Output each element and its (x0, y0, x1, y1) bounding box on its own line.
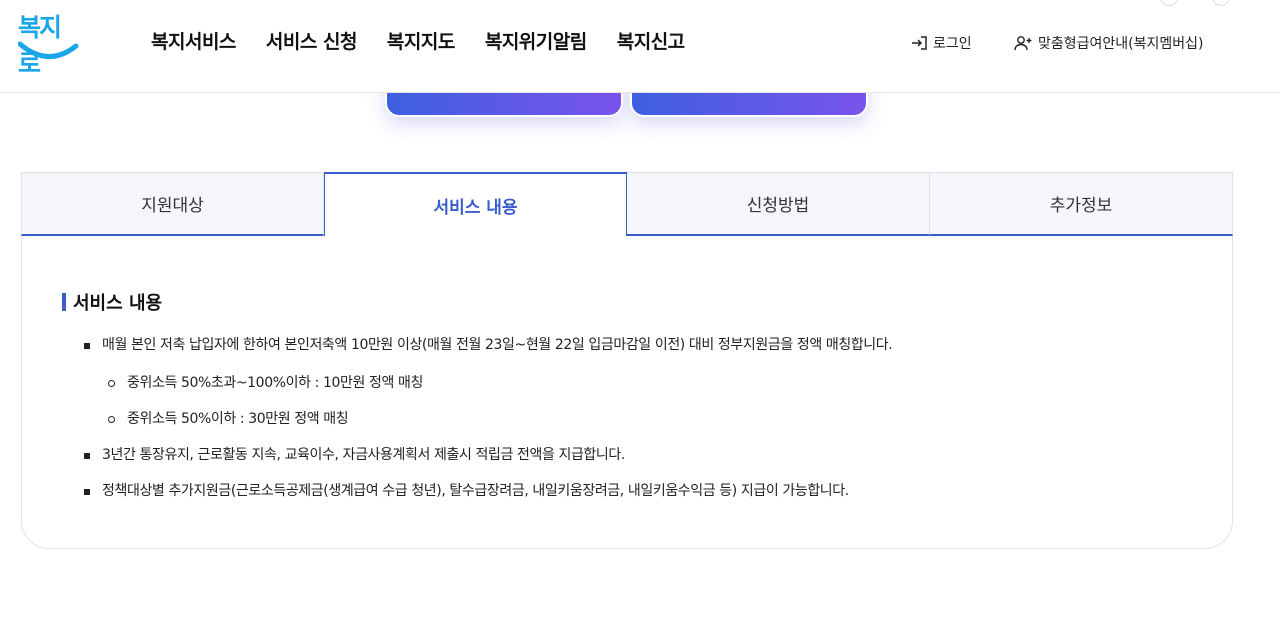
logo-smile-icon (18, 41, 79, 59)
list-item-text: 정책대상별 추가지원금(근로소득공제금(생계급여 수급 청년), 탈수급장려금,… (102, 483, 849, 499)
circle-bullet-icon (108, 416, 115, 423)
site-logo[interactable]: 복지로 (18, 8, 80, 78)
login-arrow-icon (911, 35, 928, 51)
sub-list: 중위소득 50%초과~100%이하 : 10만원 정액 매칭 중위소득 50%이… (62, 373, 1192, 429)
section-title: 서비스 내용 (62, 289, 1192, 315)
login-link[interactable]: 로그인 (911, 33, 972, 53)
site-header: 복지로 복지서비스 서비스 신청 복지지도 복지위기알림 복지신고 로그인 맞춤… (0, 0, 1280, 93)
list-item: 3년간 통장유지, 근로활동 지속, 교육이수, 자금사용계획서 제출시 적립금… (62, 445, 1192, 465)
tab-content: 서비스 내용 매월 본인 저축 납입자에 한하여 본인저축액 10만원 이상(매… (62, 289, 1192, 501)
square-bullet-icon (84, 453, 90, 459)
nav-welfare-map[interactable]: 복지지도 (387, 27, 455, 54)
section-title-text: 서비스 내용 (73, 293, 163, 314)
main-nav: 복지서비스 서비스 신청 복지지도 복지위기알림 복지신고 (151, 27, 715, 54)
top-util-circle-2[interactable] (1212, 0, 1230, 6)
nav-welfare-service[interactable]: 복지서비스 (151, 27, 236, 54)
list-item-text: 매월 본인 저축 납입자에 한하여 본인저축액 10만원 이상(매월 전월 23… (102, 337, 893, 353)
tab-service-content[interactable]: 서비스 내용 (324, 172, 627, 236)
top-util-circle-1[interactable] (1160, 0, 1178, 6)
list-item-text: 3년간 통장유지, 근로활동 지속, 교육이수, 자금사용계획서 제출시 적립금… (102, 447, 625, 463)
service-detail-panel: 지원대상 서비스 내용 신청방법 추가정보 서비스 내용 매월 본인 저축 납입… (21, 172, 1233, 549)
square-bullet-icon (84, 489, 90, 495)
user-plus-icon (1014, 35, 1033, 51)
sub-list-item-text: 중위소득 50%초과~100%이하 : 10만원 정액 매칭 (127, 375, 423, 391)
circle-bullet-icon (108, 380, 115, 387)
membership-link[interactable]: 맞춤형급여안내(복지멤버십) (1014, 33, 1203, 53)
tab-additional-info[interactable]: 추가정보 (930, 172, 1233, 236)
nav-service-apply[interactable]: 서비스 신청 (266, 27, 358, 54)
login-label: 로그인 (933, 36, 972, 52)
square-bullet-icon (84, 343, 90, 349)
list-item: 매월 본인 저축 납입자에 한하여 본인저축액 10만원 이상(매월 전월 23… (62, 335, 1192, 355)
membership-label: 맞춤형급여안내(복지멤버십) (1038, 36, 1204, 52)
sub-list-item: 중위소득 50%이하 : 30만원 정액 매칭 (62, 409, 1192, 429)
sub-list-item: 중위소득 50%초과~100%이하 : 10만원 정액 매칭 (62, 373, 1192, 393)
title-accent-bar (62, 293, 66, 311)
detail-tabs: 지원대상 서비스 내용 신청방법 추가정보 (21, 172, 1233, 236)
list-item: 정책대상별 추가지원금(근로소득공제금(생계급여 수급 청년), 탈수급장려금,… (62, 481, 1192, 501)
tab-how-to-apply[interactable]: 신청방법 (627, 172, 930, 236)
nav-welfare-report[interactable]: 복지신고 (617, 27, 685, 54)
nav-crisis-alert[interactable]: 복지위기알림 (485, 27, 587, 54)
service-content-list: 매월 본인 저축 납입자에 한하여 본인저축액 10만원 이상(매월 전월 23… (62, 335, 1192, 501)
sub-list-item-text: 중위소득 50%이하 : 30만원 정액 매칭 (127, 411, 349, 427)
tab-eligibility[interactable]: 지원대상 (21, 172, 324, 236)
